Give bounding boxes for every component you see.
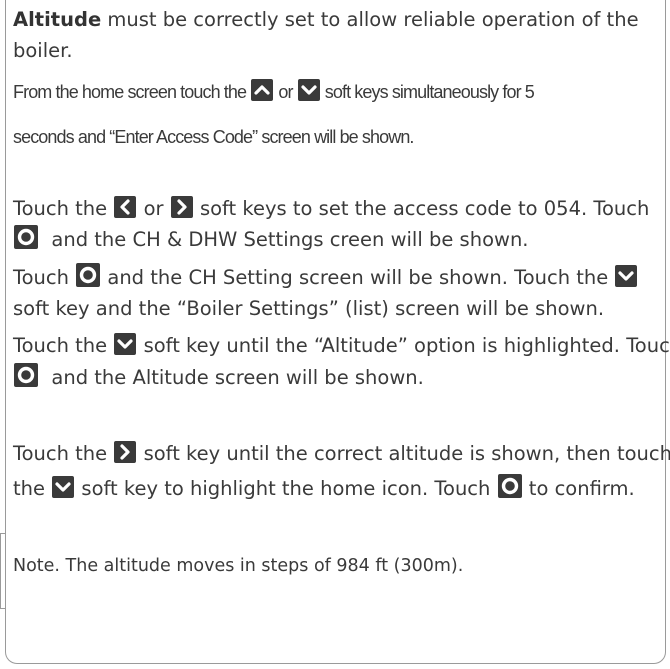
altitude-heading-text: must be correctly set to allow reliable … <box>107 8 639 31</box>
chevron-left-icon <box>114 196 137 218</box>
step-2-text-a: Touch the <box>13 197 108 220</box>
step-3-text-c: soft key and the “Boiler Settings” (list… <box>13 297 605 320</box>
step-2-text-c: soft keys to set the access code to 054.… <box>199 197 650 220</box>
step-3-text-b: and the CH Setting screen will be shown.… <box>107 266 609 289</box>
step-4-text-a: Touch the <box>13 334 108 357</box>
step-1-line-2: seconds and “Enter Access Code” screen w… <box>13 122 663 153</box>
ok-circle-icon <box>497 474 522 498</box>
step-5-text-a: Touch the <box>13 442 108 465</box>
step-1-text-b: or <box>278 82 293 102</box>
step-4-line-1: Touch the soft key until the “Altitude” … <box>13 330 670 361</box>
step-5-text-d: soft key to highlight the home icon. Tou… <box>81 477 491 500</box>
step-3-line-1: Touch and the CH Setting screen will be … <box>13 262 663 293</box>
altitude-heading-bold: Altitude <box>13 8 102 31</box>
chevron-down-icon <box>297 79 320 101</box>
step-1-text-c: soft keys simultaneously for 5 <box>324 82 535 102</box>
left-margin-bar <box>0 533 5 609</box>
altitude-heading-line-1: Altitude must be correctly set to allow … <box>13 4 663 35</box>
step-2-text-d: and the CH & DHW Settings creen will be … <box>51 228 529 251</box>
step-1-line-1: From the home screen touch the or soft k… <box>13 77 663 108</box>
altitude-heading-text-2: boiler. <box>13 39 73 62</box>
chevron-right-icon <box>170 196 193 218</box>
step-5-text-b: soft key until the correct altitude is s… <box>143 442 670 465</box>
ok-circle-icon <box>76 263 101 287</box>
step-1-text-d: seconds and “Enter Access Code” screen w… <box>13 127 414 147</box>
ok-circle-icon <box>14 225 38 249</box>
step-1-text-a: From the home screen touch the <box>13 82 247 102</box>
chevron-down-icon <box>615 265 638 287</box>
step-2-line-2: and the CH & DHW Settings creen will be … <box>13 224 663 255</box>
step-2-line-1: Touch the or soft keys to set the access… <box>13 193 663 224</box>
step-3-line-2: soft key and the “Boiler Settings” (list… <box>13 293 663 324</box>
step-5-text-e: to confirm. <box>528 477 635 500</box>
step-4-text-b: soft key until the “Altitude” option is … <box>143 334 670 357</box>
chevron-down-icon <box>114 333 137 355</box>
chevron-down-icon <box>52 476 75 498</box>
step-5-text-c: the <box>13 477 46 500</box>
altitude-heading-line-2: boiler. <box>13 35 663 66</box>
altitude-step-note: Note. The altitude moves in steps of 984… <box>13 551 663 582</box>
step-4-line-2: and the Altitude screen will be shown. <box>13 362 663 393</box>
ok-circle-icon <box>14 363 38 387</box>
chevron-right-icon <box>114 441 137 463</box>
note-text: Note. The altitude moves in steps of 984… <box>13 556 464 576</box>
step-5-line-2: the soft key to highlight the home icon.… <box>13 473 663 504</box>
step-3-text-a: Touch <box>13 266 69 289</box>
step-5-line-1: Touch the soft key until the correct alt… <box>13 438 670 469</box>
step-4-text-c: and the Altitude screen will be shown. <box>51 366 424 389</box>
chevron-up-icon <box>251 79 274 101</box>
step-2-text-b: or <box>143 197 164 220</box>
